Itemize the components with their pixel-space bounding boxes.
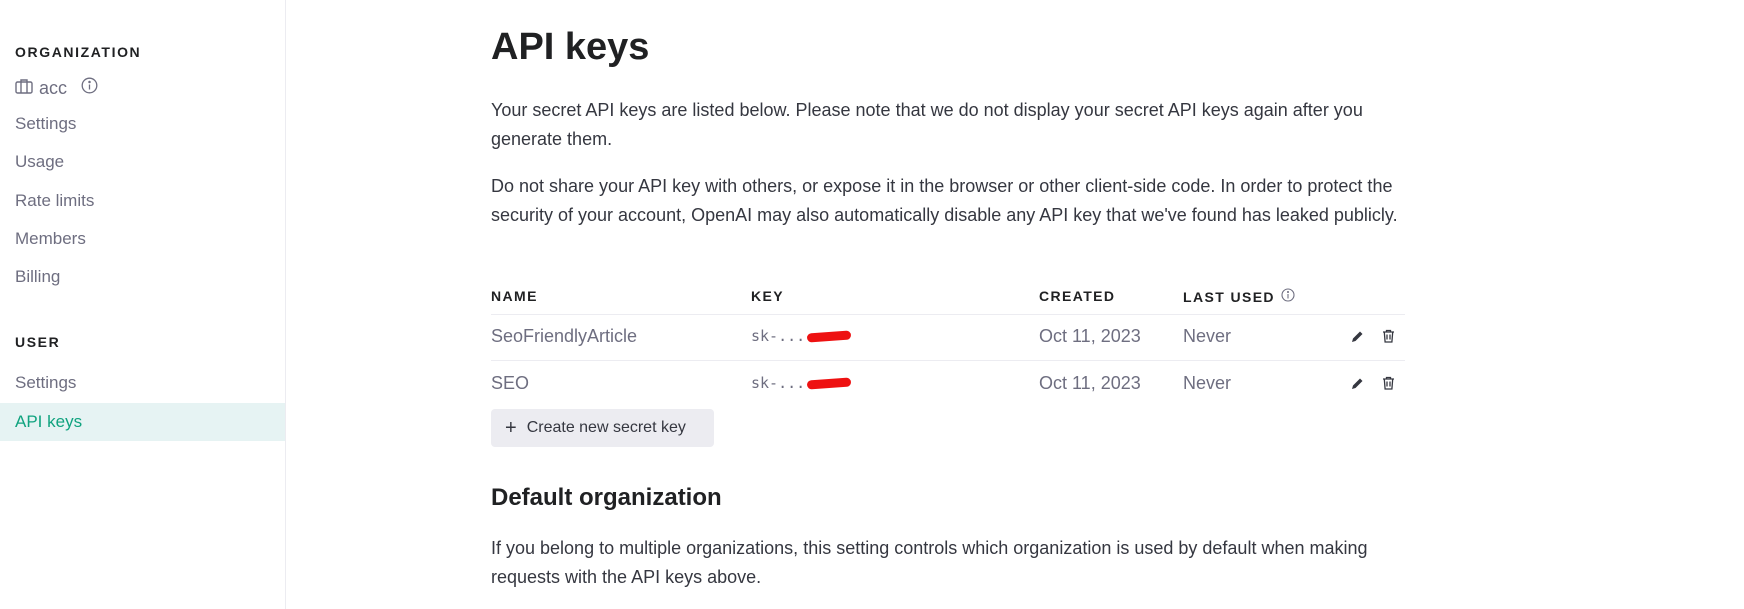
key-last-used: Never xyxy=(1183,372,1232,393)
intro-text: Your secret API keys are listed below. P… xyxy=(491,100,1363,149)
key-name: SeoFriendlyArticle xyxy=(491,325,638,346)
briefcase-icon xyxy=(15,78,39,99)
key-prefix: sk-... xyxy=(751,327,806,345)
default-organization-heading: Default organization xyxy=(491,484,722,511)
info-icon[interactable] xyxy=(1275,288,1295,305)
key-name: SEO xyxy=(491,372,530,393)
column-header-name: NAME xyxy=(491,288,538,304)
trash-icon[interactable] xyxy=(1377,372,1399,394)
column-header-created: CREATED xyxy=(1039,288,1116,304)
user-heading: USER xyxy=(15,334,61,350)
redaction-mark xyxy=(806,376,852,390)
table-divider xyxy=(491,314,1405,315)
sidebar-item-members[interactable]: Members xyxy=(0,220,285,258)
last-used-label: LAST USED xyxy=(1183,288,1275,305)
default-organization-text: If you belong to multiple organizations,… xyxy=(491,538,1368,587)
trash-icon[interactable] xyxy=(1377,325,1399,347)
sidebar-item-usage[interactable]: Usage xyxy=(0,143,285,181)
edit-icon[interactable] xyxy=(1346,372,1368,394)
key-value: sk-... xyxy=(751,371,852,395)
sidebar: ORGANIZATION acc Settings Usage Rate lim… xyxy=(0,0,286,609)
key-created: Oct 11, 2023 xyxy=(1039,372,1141,393)
org-name: acc xyxy=(39,77,68,98)
key-last-used: Never xyxy=(1183,325,1232,346)
sidebar-item-billing[interactable]: Billing xyxy=(0,258,285,296)
key-prefix: sk-... xyxy=(751,374,806,392)
info-icon[interactable] xyxy=(81,77,104,99)
create-secret-key-button[interactable]: + Create new secret key xyxy=(491,409,714,447)
sidebar-item-org-settings[interactable]: Settings xyxy=(0,105,285,143)
create-secret-key-label: Create new secret key xyxy=(526,419,686,436)
plus-icon: + xyxy=(505,417,517,439)
page-title: API keys xyxy=(491,26,650,68)
redaction-mark xyxy=(806,329,852,343)
sidebar-item-api-keys[interactable]: API keys xyxy=(0,403,285,441)
key-created: Oct 11, 2023 xyxy=(1039,325,1141,346)
warning-text: Do not share your API key with others, o… xyxy=(491,176,1398,225)
column-header-key: KEY xyxy=(751,288,784,304)
sidebar-item-user-settings[interactable]: Settings xyxy=(0,364,285,402)
table-divider xyxy=(491,360,1405,361)
key-value: sk-... xyxy=(751,324,852,348)
column-header-last-used: LAST USED xyxy=(1183,288,1295,305)
edit-icon[interactable] xyxy=(1346,325,1368,347)
sidebar-item-rate-limits[interactable]: Rate limits xyxy=(0,182,285,220)
org-selector[interactable]: acc xyxy=(15,76,104,100)
organization-heading: ORGANIZATION xyxy=(15,44,142,60)
